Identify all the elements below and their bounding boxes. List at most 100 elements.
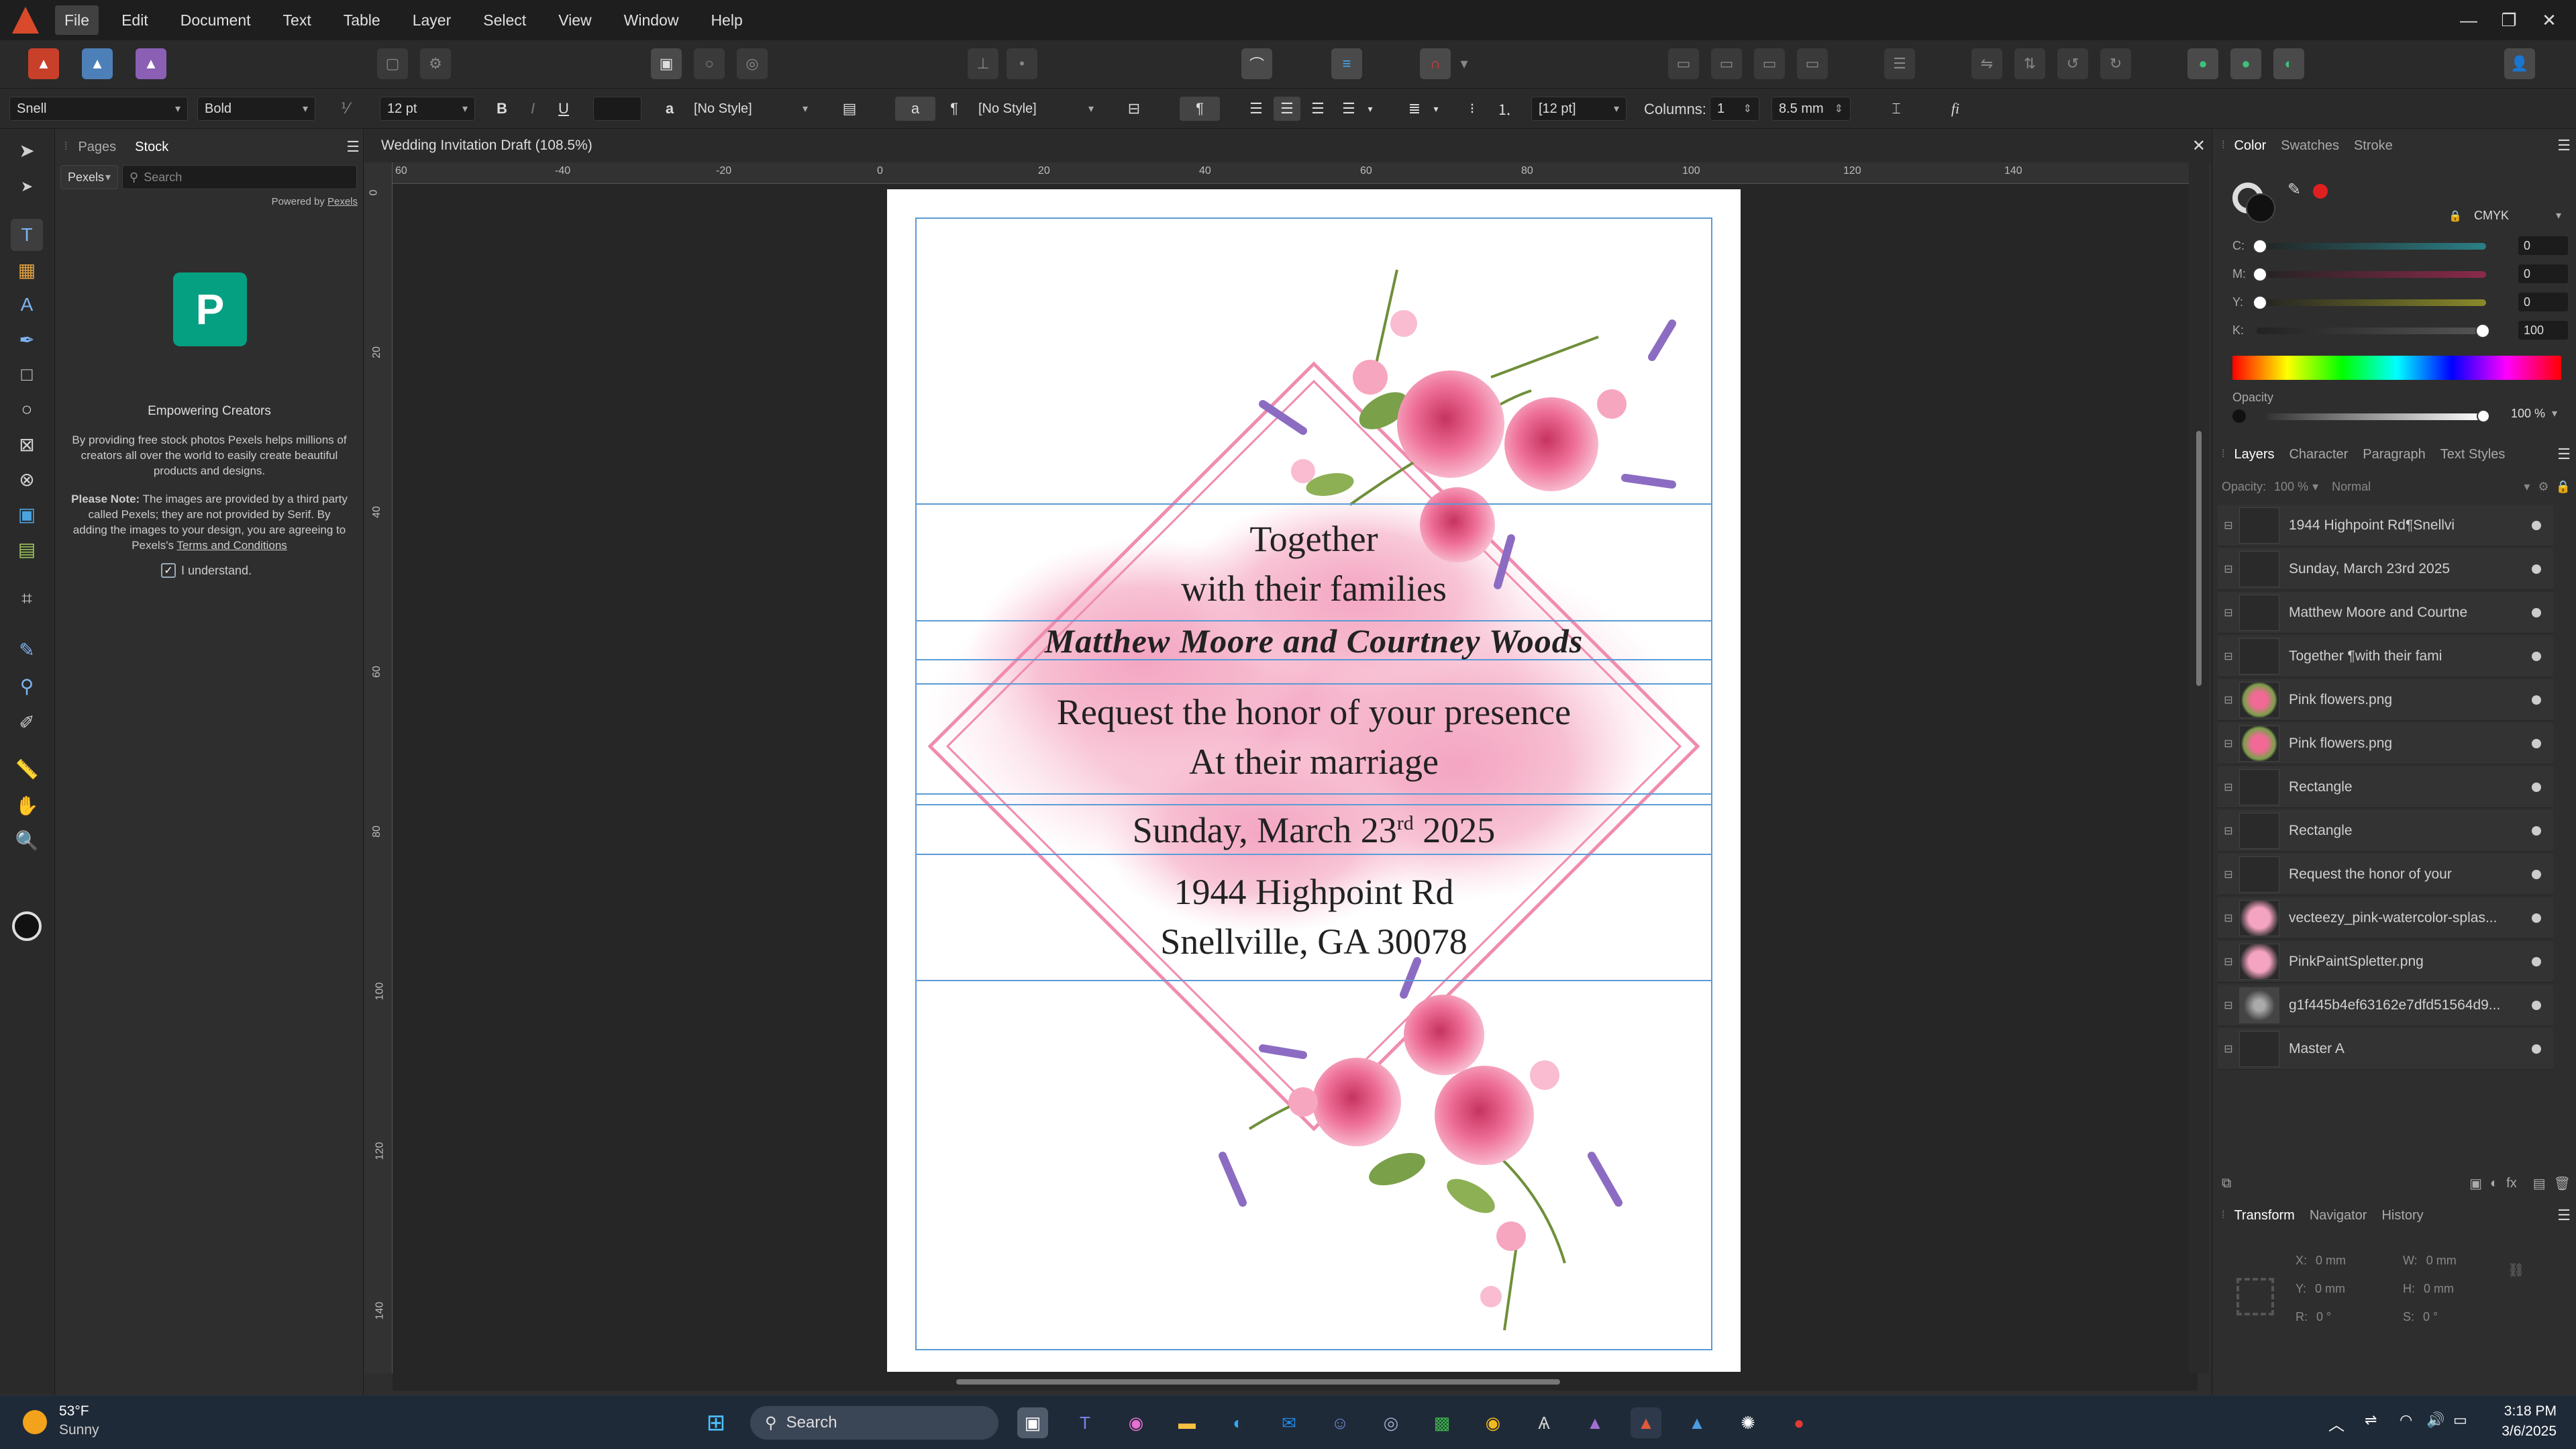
justify-icon[interactable]: ☰ [1335,97,1362,121]
layer-row[interactable]: ⊟ Sunday, March 23rd 2025 [2218,548,2553,590]
visibility-dot-icon[interactable] [2532,738,2541,748]
measure-tool-icon[interactable]: 📏 [11,753,43,785]
preflight-icon[interactable]: ▣ [651,48,682,79]
columns-input[interactable]: 1 ⇕ [1710,97,1759,121]
visibility-dot-icon[interactable] [2532,826,2541,836]
chevron-down-icon[interactable]: ▾ [2552,407,2557,420]
close-document-icon[interactable]: ✕ [2192,136,2206,156]
layer-row[interactable]: ⊟ PinkPaintSpletter.png [2218,941,2553,983]
chatgpt-icon[interactable]: ✺ [1733,1407,1763,1438]
menu-document[interactable]: Document [171,5,260,35]
link-icon[interactable]: ⛓ [2508,1262,2524,1279]
account-icon[interactable]: 👤 [2504,48,2535,79]
layer-settings-gear-icon[interactable]: ⚙ [2538,480,2548,494]
wifi-icon[interactable]: ◠ [2400,1411,2412,1429]
photo-persona-icon[interactable]: ▲ [136,48,166,79]
fx-icon[interactable]: fx [2506,1176,2517,1191]
align-center-icon[interactable]: ☰ [1274,97,1300,121]
visibility-dot-icon[interactable] [2532,651,2541,661]
stroke-swatch-icon[interactable] [12,911,42,941]
node-tool-icon[interactable]: ➤ [11,170,43,203]
channel-slider-track[interactable] [2257,299,2486,306]
layer-lock-icon[interactable]: ⊟ [2218,562,2239,576]
flip-h-icon[interactable]: ⇋ [1971,48,2002,79]
menu-window[interactable]: Window [615,5,688,35]
paragraph-style-icon[interactable]: ¶ [941,97,968,121]
layer-lock-icon[interactable]: ⊟ [2218,824,2239,838]
crop-tool-icon[interactable]: ⌗ [11,583,43,615]
panel-menu-icon[interactable]: ☰ [346,138,360,156]
channel-value-input[interactable]: 0 [2518,293,2568,311]
transform-field[interactable]: Y: 0 mm [2296,1282,2389,1296]
tab-stock[interactable]: Stock [135,140,168,155]
clock-date[interactable]: 3/6/2025 [2483,1423,2557,1440]
delete-layer-icon[interactable]: 🗑 [2554,1175,2571,1192]
names-text-frame[interactable]: Matthew Moore and Courtney Woods [915,620,1712,660]
numbered-list-icon[interactable]: ⒈ [1491,97,1518,121]
tab-navigator[interactable]: Navigator [2310,1208,2367,1223]
lock-icon[interactable]: 🔒 [2449,209,2462,223]
app-logo-icon[interactable] [12,7,39,34]
layer-row[interactable]: ⊟ Request the honor of your [2218,854,2553,895]
italic-button[interactable]: I [519,97,546,121]
layer-lock-icon[interactable]: ⊟ [2218,955,2239,968]
chevron-up-icon[interactable]: ︿ [2328,1411,2345,1435]
tab-pages[interactable]: Pages [78,140,116,155]
channel-slider-track[interactable] [2257,271,2486,278]
arrange-back-icon[interactable]: ▭ [1668,48,1699,79]
weather-temp[interactable]: 53°F [59,1403,89,1419]
visibility-dot-icon[interactable] [2532,520,2541,530]
layer-row[interactable]: ⊟ Pink flowers.png [2218,679,2553,721]
minimize-button[interactable]: — [2449,10,2489,31]
snapping-magnet-icon[interactable]: ∩ [1420,48,1451,79]
channel-slider-track[interactable] [2257,328,2486,334]
copilot-icon[interactable]: ◉ [1121,1407,1151,1438]
frame-text-tool-icon[interactable]: T [11,219,43,251]
tab-text-styles[interactable]: Text Styles [2440,447,2506,462]
opacity-slider-handle[interactable] [2477,409,2490,423]
table-format-icon[interactable]: ▤ [11,533,43,565]
align-right-icon[interactable]: ☰ [1304,97,1331,121]
bold-button[interactable]: B [488,97,515,121]
windows-start-icon[interactable]: ⊞ [701,1407,731,1438]
text-frame-icon[interactable]: ▤ [836,97,863,121]
move-tool-icon[interactable]: ➤ [11,134,43,166]
transform-field[interactable]: H: 0 mm [2403,1282,2497,1296]
tab-swatches[interactable]: Swatches [2281,138,2339,154]
layer-row[interactable]: ⊟ Rectangle [2218,810,2553,852]
pilcrow-button[interactable]: ¶ [1180,97,1220,121]
channel-slider-track[interactable] [2257,243,2486,250]
mask-icon[interactable]: ▣ [2469,1175,2482,1192]
ellipse-tool-icon[interactable]: ○ [11,393,43,426]
bullet-list-icon[interactable]: ⁝ [1459,97,1486,121]
rectangle-frame-tool-icon[interactable]: ⊠ [11,428,43,460]
stock-source-select[interactable]: Pexels ▾ [60,165,118,189]
layer-row[interactable]: ⊟ Pink flowers.png [2218,723,2553,764]
color-picker-tool-icon[interactable]: ✐ [11,706,43,738]
anchor-selector-icon[interactable] [2236,1278,2274,1315]
understand-checkbox-row[interactable]: ✓ I understand. [161,563,252,578]
menu-layer[interactable]: Layer [403,5,461,35]
layer-row[interactable]: ⊟ vecteezy_pink-watercolor-splas... [2218,897,2553,939]
clock-time[interactable]: 3:18 PM [2483,1403,2557,1419]
menu-table[interactable]: Table [334,5,390,35]
horizontal-scroll-thumb[interactable] [956,1379,1560,1385]
maximize-button[interactable]: ❐ [2489,10,2529,31]
arrange-front-icon[interactable]: ▭ [1797,48,1828,79]
tab-layers[interactable]: Layers [2234,447,2274,462]
visibility-dot-icon[interactable] [2532,695,2541,705]
channel-slider-handle[interactable] [2253,267,2267,282]
character-style-select[interactable]: [No Style] ▾ [687,97,815,121]
hand-tool-icon[interactable]: ✋ [11,789,43,821]
gutter-input[interactable]: 8.5 mm ⇕ [1771,97,1851,121]
flip-v-icon[interactable]: ⇅ [2014,48,2045,79]
tab-character[interactable]: Character [2289,447,2348,462]
transparency-tool-icon[interactable]: ⚲ [11,670,43,702]
paragraph-style-select[interactable]: [No Style] ▾ [972,97,1100,121]
request-text-frame[interactable]: Request the honor of your presence At th… [915,683,1712,795]
document-canvas[interactable]: Together with their families Matthew Moo… [393,184,2198,1373]
tab-transform[interactable]: Transform [2234,1208,2294,1223]
affinity-publisher-taskbar-icon[interactable]: ▲ [1631,1407,1661,1438]
rotate-left-icon[interactable]: ↺ [2057,48,2088,79]
chevron-down-icon[interactable]: ▾ [2312,480,2318,494]
